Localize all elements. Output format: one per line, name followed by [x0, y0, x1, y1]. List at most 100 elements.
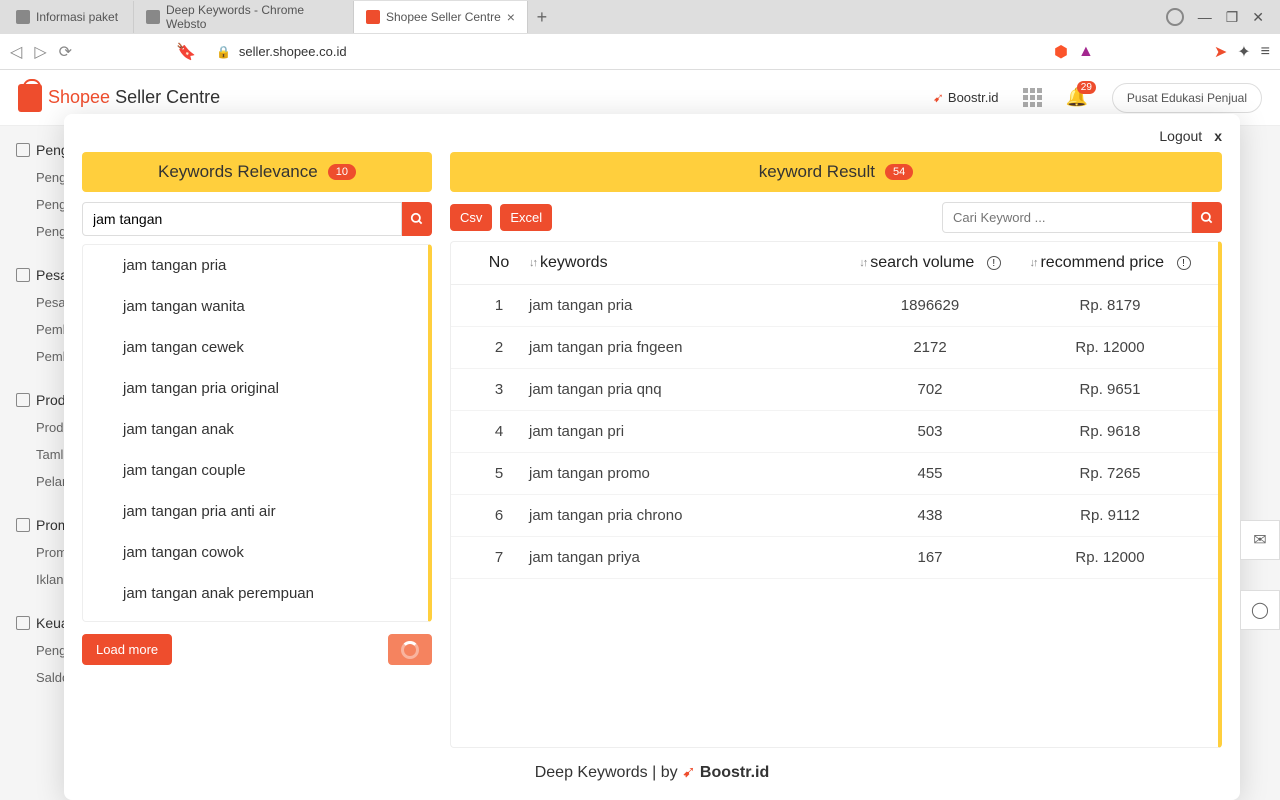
favicon-icon	[16, 10, 30, 24]
shopee-logo[interactable]: Shopee Seller Centre	[18, 84, 220, 112]
table-row[interactable]: 6 jam tangan pria chrono 438 Rp. 9112	[451, 495, 1218, 537]
maximize-icon[interactable]: ❐	[1226, 9, 1239, 26]
cell-volume: 455	[840, 465, 1020, 482]
export-excel-button[interactable]: Excel	[500, 204, 552, 231]
mail-widget[interactable]: ✉	[1240, 520, 1280, 560]
table-row[interactable]: 3 jam tangan pria qnq 702 Rp. 9651	[451, 369, 1218, 411]
boostr-label: Boostr.id	[948, 90, 999, 105]
relevance-panel: Keywords Relevance 10 jam tangan pria ja…	[82, 152, 432, 748]
browser-tab-active[interactable]: Shopee Seller Centre×	[354, 1, 528, 33]
cell-price: Rp. 8179	[1020, 297, 1200, 314]
relevance-item[interactable]: jam tangan cowok	[83, 532, 428, 573]
info-icon[interactable]: !	[1177, 256, 1191, 270]
back-icon[interactable]: ◁	[10, 42, 22, 62]
apps-icon[interactable]	[1023, 88, 1042, 107]
favicon-icon	[146, 10, 160, 24]
brave-rewards-icon[interactable]: ▲	[1078, 43, 1094, 61]
window-controls: — ❐ ✕	[1166, 8, 1276, 26]
wallet-icon	[16, 616, 30, 630]
browser-tab[interactable]: Informasi paket	[4, 1, 134, 33]
relevance-header: Keywords Relevance 10	[82, 152, 432, 192]
menu-icon[interactable]: ≡	[1261, 43, 1270, 61]
bookmark-icon[interactable]: 🔖	[176, 42, 196, 62]
logo-icon	[18, 84, 42, 112]
table-row[interactable]: 4 jam tangan pri 503 Rp. 9618	[451, 411, 1218, 453]
col-volume[interactable]: ↓↑search volume !	[840, 254, 1020, 272]
relevance-item[interactable]: jam tangan pria anti air	[83, 491, 428, 532]
tab-label: Deep Keywords - Chrome Websto	[166, 3, 341, 31]
profile-icon[interactable]	[1166, 8, 1184, 26]
tab-bar: Informasi paket Deep Keywords - Chrome W…	[0, 0, 1280, 34]
result-title: keyword Result	[759, 162, 875, 182]
search-button[interactable]	[402, 202, 432, 236]
spinner-icon	[401, 641, 419, 659]
relevance-title: Keywords Relevance	[158, 162, 318, 182]
cell-price: Rp. 9651	[1020, 381, 1200, 398]
boostr-link[interactable]: ➹Boostr.id	[933, 90, 999, 106]
help-widget[interactable]: ◯	[1240, 590, 1280, 630]
browser-chrome: Informasi paket Deep Keywords - Chrome W…	[0, 0, 1280, 70]
relevance-count-badge: 10	[328, 164, 356, 180]
cell-keyword: jam tangan pria chrono	[529, 507, 840, 524]
address-input[interactable]: 🔒 seller.shopee.co.id	[208, 44, 1042, 59]
relevance-item[interactable]: jam tangan wanita	[83, 286, 428, 327]
cell-no: 2	[469, 339, 529, 356]
col-price[interactable]: ↓↑recommend price !	[1020, 254, 1200, 272]
relevance-list[interactable]: jam tangan pria jam tangan wanita jam ta…	[82, 244, 432, 622]
notification-badge: 29	[1077, 81, 1096, 94]
relevance-item[interactable]: jam tangan pria original	[83, 368, 428, 409]
relevance-item[interactable]: jam tangan anak	[83, 409, 428, 450]
cell-no: 1	[469, 297, 529, 314]
education-button[interactable]: Pusat Edukasi Penjual	[1112, 83, 1262, 113]
notifications-button[interactable]: 🔔 29	[1066, 87, 1088, 108]
brave-shield-icon[interactable]: ⬢	[1054, 42, 1068, 62]
reload-icon[interactable]: ⟳	[59, 42, 72, 62]
keyword-search-input[interactable]	[82, 202, 402, 236]
export-csv-button[interactable]: Csv	[450, 204, 492, 231]
extensions-icon[interactable]: ✦	[1237, 42, 1250, 62]
browser-tab[interactable]: Deep Keywords - Chrome Websto	[134, 1, 354, 33]
relevance-item[interactable]: jam tangan pria	[83, 245, 428, 286]
logout-link[interactable]: Logout	[1159, 128, 1202, 144]
table-row[interactable]: 7 jam tangan priya 167 Rp. 12000	[451, 537, 1218, 579]
cell-volume: 702	[840, 381, 1020, 398]
minimize-icon[interactable]: —	[1198, 9, 1212, 25]
address-bar: ◁ ▷ ⟳ 🔖 🔒 seller.shopee.co.id ⬢ ▲ ➤ ✦ ≡	[0, 34, 1280, 70]
brand-text: Shopee	[48, 87, 110, 107]
result-header: keyword Result 54	[450, 152, 1222, 192]
table-header: No ↓↑keywords ↓↑search volume ! ↓↑recomm…	[451, 242, 1218, 285]
sort-icon: ↓↑	[859, 257, 866, 269]
relevance-item[interactable]: jam tangan anak perempuan	[83, 573, 428, 614]
table-row[interactable]: 5 jam tangan promo 455 Rp. 7265	[451, 453, 1218, 495]
cell-keyword: jam tangan priya	[529, 549, 840, 566]
result-count-badge: 54	[885, 164, 913, 180]
new-tab-button[interactable]: +	[528, 7, 556, 28]
table-row[interactable]: 2 jam tangan pria fngeen 2172 Rp. 12000	[451, 327, 1218, 369]
info-icon[interactable]: !	[987, 256, 1001, 270]
cell-keyword: jam tangan pria qnq	[529, 381, 840, 398]
close-modal-button[interactable]: x	[1214, 128, 1222, 144]
brand-subtext: Seller Centre	[115, 87, 220, 107]
relevance-item[interactable]: jam tangan cewek	[83, 327, 428, 368]
modal-footer: Deep Keywords | by ➹ Boostr.id	[82, 748, 1222, 786]
sort-icon: ↓↑	[1029, 257, 1036, 269]
col-keywords[interactable]: ↓↑keywords	[529, 254, 840, 272]
cell-price: Rp. 12000	[1020, 549, 1200, 566]
list-icon	[16, 268, 30, 282]
col-no[interactable]: No	[469, 254, 529, 272]
extension-rocket-icon[interactable]: ➤	[1214, 42, 1227, 62]
cell-price: Rp. 9618	[1020, 423, 1200, 440]
cell-volume: 2172	[840, 339, 1020, 356]
close-window-icon[interactable]: ✕	[1252, 9, 1264, 26]
relevance-item[interactable]: jam tangan couple	[83, 450, 428, 491]
favicon-icon	[366, 10, 380, 24]
forward-icon[interactable]: ▷	[34, 42, 46, 62]
close-tab-icon[interactable]: ×	[507, 9, 515, 25]
result-search-button[interactable]	[1192, 202, 1222, 233]
table-row[interactable]: 1 jam tangan pria 1896629 Rp. 8179	[451, 285, 1218, 327]
load-more-button[interactable]: Load more	[82, 634, 172, 665]
result-filter-input[interactable]	[942, 202, 1192, 233]
cell-price: Rp. 7265	[1020, 465, 1200, 482]
cell-keyword: jam tangan promo	[529, 465, 840, 482]
sort-icon: ↓↑	[529, 257, 536, 269]
